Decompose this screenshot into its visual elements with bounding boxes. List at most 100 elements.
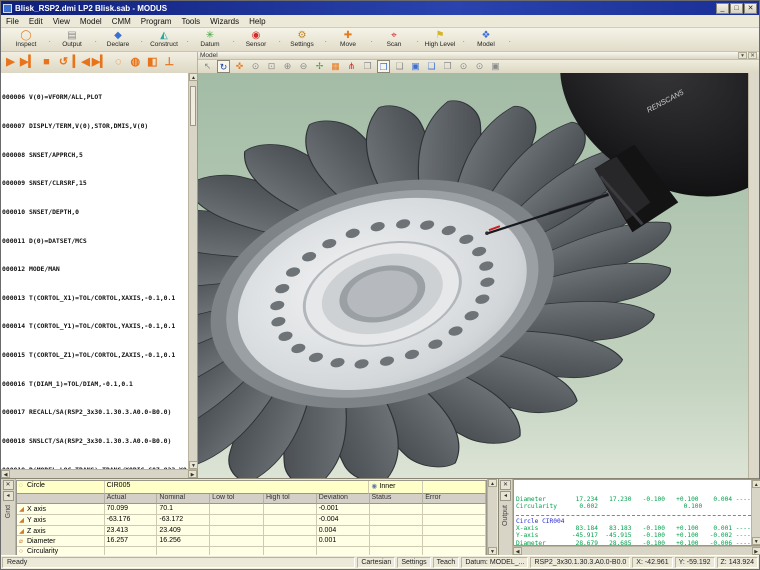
datum-axes-icon[interactable]: ⋔ — [345, 60, 358, 73]
scroll-right-icon[interactable]: ▶ — [751, 547, 760, 555]
menu-item[interactable]: Tools — [176, 17, 205, 26]
rotate-view-icon[interactable]: ↻ — [217, 60, 230, 73]
page-blue-icon[interactable]: ▣ — [409, 60, 422, 73]
toolbar-close-icon[interactable]: ✕ — [748, 52, 757, 59]
scroll-thumb[interactable] — [190, 85, 196, 126]
code-line[interactable]: 000017 RECALL/SA(RSP2_3x30.1.30.3.A0.0-B… — [2, 409, 188, 416]
feature-row[interactable]: Circle CIR005 Inner — [17, 481, 486, 494]
clipboard-icon[interactable]: ▣ — [489, 60, 502, 73]
table-row[interactable]: Y axis -63.176 -63.172 -0.004 — [17, 514, 486, 526]
minimize-button[interactable] — [716, 2, 729, 14]
probe-zoom2-icon[interactable]: ⊙ — [473, 60, 486, 73]
pan-hand-icon[interactable]: ✜ — [233, 60, 246, 73]
run-button[interactable]: ▶ — [3, 55, 18, 71]
code-line[interactable]: 000010 SNSET/DEPTH,0 — [2, 208, 188, 216]
grid-tab-label[interactable]: Grid — [5, 505, 12, 518]
code-horizontal-scrollbar[interactable]: ◀ ▶ — [1, 469, 197, 478]
toolbar-button[interactable]: ◉ Sensor — [233, 29, 281, 51]
toolbar-dropdown-icon[interactable]: ▾ — [738, 52, 747, 59]
select-pointer-icon[interactable]: ↖ — [201, 60, 214, 73]
code-line[interactable]: 000007 DISPLY/TERM,V(0),STOR,DMIS,V(0) — [2, 122, 188, 130]
scroll-up-icon[interactable]: ▲ — [488, 479, 497, 487]
menu-item[interactable]: Help — [244, 17, 270, 26]
menu-item[interactable]: File — [1, 17, 24, 26]
code-line[interactable]: 000015 T(CORTOL_Z1)=TOL/CORTOL,ZAXIS,-0.… — [2, 351, 188, 359]
toolbar-button[interactable]: ◭ Construct — [141, 29, 189, 51]
rerun-button[interactable]: ↺ — [56, 55, 71, 71]
probe-tool-button[interactable]: ⊥ — [162, 55, 177, 71]
menu-item[interactable]: View — [48, 17, 75, 26]
toolbar-button[interactable]: ✳ Datum — [187, 29, 235, 51]
code-line[interactable]: 000013 T(CORTOL_X1)=TOL/CORTOL,XAXIS,-0.… — [2, 294, 188, 302]
toolbar-button[interactable]: ⚑ High Level — [417, 29, 465, 51]
3d-model-viewport[interactable]: RENSCAN5 — [198, 73, 748, 478]
lock-view-icon[interactable]: ❒ — [441, 60, 454, 73]
zoom-icon[interactable]: ⊙ — [249, 60, 262, 73]
output-vertical-scrollbar[interactable]: ▲ ▼ — [750, 480, 760, 545]
fit-view-icon[interactable]: ✢ — [313, 60, 326, 73]
table-row[interactable]: Z axis 23.413 23.409 0.004 — [17, 525, 486, 537]
table-row[interactable]: X axis 70.099 70.1 -0.001 — [17, 504, 486, 515]
output-close-icon[interactable]: ✕ — [500, 480, 511, 490]
toolbar-button[interactable]: ◯ Inspect — [3, 29, 51, 51]
grid-close-icon[interactable]: ✕ — [2, 480, 14, 490]
page-corner-icon[interactable]: ❑ — [425, 60, 438, 73]
toolbar-button[interactable]: ⌖ Scan — [371, 29, 419, 51]
stop-button[interactable]: ■ — [39, 55, 54, 71]
close-button[interactable] — [744, 2, 757, 14]
output-report-text[interactable]: Diameter 17.234 17.230 -0.100 +0.100 0.0… — [514, 480, 751, 545]
scroll-left-icon[interactable]: ◀ — [513, 547, 522, 555]
feature-name[interactable]: CIR005 — [104, 481, 370, 494]
toolbar-button[interactable]: ▤ Output — [49, 29, 97, 51]
scroll-down-icon[interactable]: ▼ — [189, 461, 198, 469]
code-line[interactable]: 000016 T(DIAM_1)=TOL/DIAM,-0.1,0.1 — [2, 380, 188, 388]
scroll-up-icon[interactable]: ▲ — [189, 73, 198, 81]
table-row[interactable]: Diameter 16.257 16.256 0.001 — [17, 536, 486, 548]
dmis-program-listing[interactable]: 000006 V(0)=VFORM/ALL,PLOT 000007 DISPLY… — [1, 73, 188, 469]
probe-zoom-icon[interactable]: ⊙ — [457, 60, 470, 73]
run-to-end-button[interactable]: ▶▎ — [20, 55, 37, 71]
scroll-left-icon[interactable]: ◀ — [1, 470, 10, 478]
toolbar-button[interactable]: ❖ Model — [463, 29, 511, 51]
code-line[interactable]: 000014 T(CORTOL_Y1)=TOL/CORTOL,YAXIS,-0.… — [2, 323, 188, 330]
output-nav-icon[interactable]: ◂ — [500, 491, 511, 501]
zoom-in-icon[interactable]: ⊕ — [281, 60, 294, 73]
zoom-out-icon[interactable]: ⊖ — [297, 60, 310, 73]
scroll-down-icon[interactable]: ▼ — [488, 547, 497, 555]
code-line[interactable]: 000018 SNSLCT/SA(RSP2_3x30.1.30.3.A0.0-B… — [2, 437, 188, 445]
zoom-window-icon[interactable]: ⊡ — [265, 60, 278, 73]
menu-item[interactable]: Program — [136, 17, 177, 26]
viewport-right-scrollbar[interactable] — [748, 73, 759, 478]
copy-view-icon[interactable]: ❐ — [361, 60, 374, 73]
copy-blue-icon[interactable]: ❐ — [377, 60, 390, 73]
find-tagged-button[interactable]: ◍ — [128, 55, 143, 71]
step-forward-button[interactable]: ▶▎ — [92, 55, 109, 71]
step-back-button[interactable]: ▎◀ — [73, 55, 90, 71]
scroll-up-icon[interactable]: ▲ — [751, 480, 760, 488]
maximize-button[interactable] — [730, 2, 743, 14]
menu-item[interactable]: Edit — [24, 17, 48, 26]
menu-item[interactable]: Wizards — [205, 17, 244, 26]
find-button[interactable]: ◌ — [111, 55, 126, 71]
code-line[interactable]: 000009 SNSET/CLRSRF,15 — [2, 180, 188, 187]
output-tab-label[interactable]: Output — [502, 505, 509, 526]
grid-vertical-scrollbar[interactable]: ▲ ▼ — [487, 479, 497, 555]
breakpoint-button[interactable]: ◧ — [145, 55, 160, 71]
bounding-box-icon[interactable]: ▦ — [329, 60, 342, 73]
scroll-down-icon[interactable]: ▼ — [751, 537, 760, 545]
page-outline-icon[interactable]: ❏ — [393, 60, 406, 73]
menu-item[interactable]: CMM — [107, 17, 136, 26]
code-line[interactable]: 000011 D(0)=DATSET/MCS — [2, 237, 188, 245]
code-line[interactable]: 000006 V(0)=VFORM/ALL,PLOT — [2, 94, 188, 101]
scroll-right-icon[interactable]: ▶ — [188, 470, 197, 478]
code-line[interactable]: 000012 MODE/MAN — [2, 266, 188, 273]
menu-item[interactable]: Model — [75, 17, 107, 26]
status-toggle-button[interactable]: Settings — [397, 557, 431, 568]
status-toggle-button[interactable]: Teach — [432, 557, 460, 568]
status-toggle-button[interactable]: Cartesian — [357, 557, 396, 568]
toolbar-button[interactable]: ◆ Declare — [95, 29, 143, 51]
output-horizontal-scrollbar[interactable]: ◀ ▶ — [513, 546, 760, 555]
toolbar-button[interactable]: ⚙ Settings — [279, 29, 327, 51]
grid-nav-icon[interactable]: ◂ — [2, 491, 14, 501]
code-line[interactable]: 000008 SNSET/APPRCH,5 — [2, 151, 188, 159]
